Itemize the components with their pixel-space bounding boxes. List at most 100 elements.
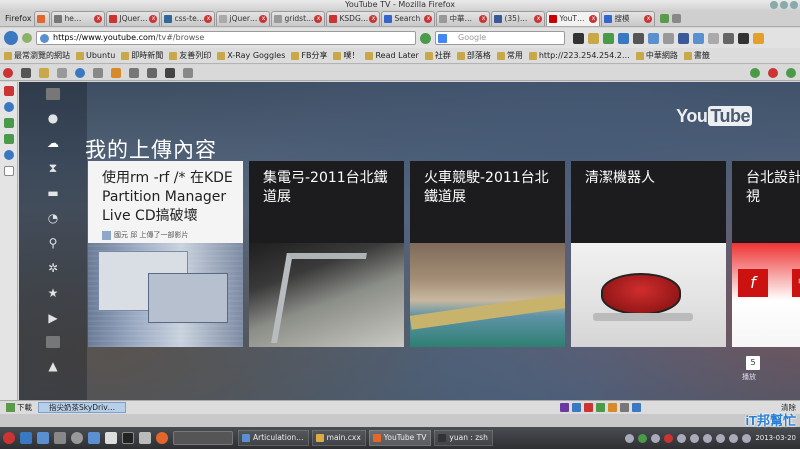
- video-card[interactable]: 台北設計視 f 中華: [732, 161, 800, 347]
- volume-icon[interactable]: [742, 433, 752, 443]
- desktop-icon[interactable]: [173, 431, 233, 445]
- video-card[interactable]: 清潔機器人: [571, 161, 726, 347]
- browser-tab[interactable]: Search x: [381, 11, 436, 26]
- bookmark-item[interactable]: http://223.254.254.2…: [528, 51, 630, 60]
- tab-close-icon[interactable]: x: [94, 15, 103, 23]
- kde-menu-icon[interactable]: [3, 432, 15, 444]
- mail-icon[interactable]: [723, 32, 734, 44]
- hourglass-icon[interactable]: ⧗: [46, 161, 60, 175]
- bookmark-item[interactable]: 常用: [496, 50, 523, 61]
- mask-icon[interactable]: [738, 32, 749, 44]
- tools-icon[interactable]: [147, 67, 157, 78]
- sidebar-toggle-icon[interactable]: [3, 86, 14, 96]
- screenshot-icon[interactable]: [633, 32, 644, 44]
- check-icon[interactable]: [638, 433, 648, 443]
- bookmark-item[interactable]: Ubuntu: [76, 51, 115, 60]
- battery-icon[interactable]: [729, 433, 739, 443]
- minimize-icon[interactable]: [770, 1, 778, 9]
- site-identity-icon[interactable]: [40, 34, 49, 43]
- ok-icon[interactable]: [786, 67, 796, 78]
- bookmark-item[interactable]: 最常瀏覽的網站: [4, 50, 70, 61]
- tab-close-icon[interactable]: x: [644, 15, 653, 23]
- browser-tab[interactable]: gridst… x: [271, 11, 326, 26]
- tab-close-icon[interactable]: x: [589, 15, 598, 23]
- browser-tab[interactable]: he… x: [51, 11, 106, 26]
- document-icon[interactable]: [105, 432, 117, 444]
- addon-icon[interactable]: [603, 32, 614, 44]
- addon-icon[interactable]: [572, 403, 581, 412]
- video-card[interactable]: 集電弓-2011台北鐵道展: [249, 161, 404, 347]
- puzzle-icon[interactable]: [3, 134, 14, 144]
- history-icon[interactable]: [3, 102, 14, 112]
- clock[interactable]: 2013-03-20: [755, 434, 796, 442]
- facebook-icon[interactable]: [678, 32, 689, 44]
- glasses-icon[interactable]: [573, 32, 584, 44]
- download-item[interactable]: 指尖奶茶SkyDriv…: [38, 402, 127, 413]
- info-icon[interactable]: [75, 67, 85, 78]
- browser-tab[interactable]: JQuer… x: [106, 11, 161, 26]
- addon-icon[interactable]: [608, 403, 617, 412]
- clock-icon[interactable]: ◔: [46, 211, 60, 225]
- bulb-icon[interactable]: ●: [46, 111, 60, 125]
- browser-tab[interactable]: YouT… x: [546, 11, 601, 26]
- browser-tab[interactable]: css-te… x: [161, 11, 216, 26]
- page-number[interactable]: 5: [746, 356, 760, 370]
- addon-icon[interactable]: [620, 403, 629, 412]
- flag-icon[interactable]: [664, 433, 674, 443]
- info-small-icon[interactable]: [3, 166, 14, 176]
- options-icon[interactable]: [183, 67, 193, 78]
- monitor-icon[interactable]: [54, 432, 66, 444]
- valid-icon[interactable]: [750, 67, 760, 78]
- tab-close-icon[interactable]: x: [314, 15, 323, 23]
- video-card[interactable]: 使用rm -rf /* 在KDE Partition Manager Live …: [88, 161, 243, 347]
- back-button[interactable]: [4, 31, 18, 45]
- forward-button[interactable]: [22, 33, 32, 43]
- user-icon[interactable]: [21, 67, 31, 78]
- language-icon[interactable]: [677, 433, 687, 443]
- bookmark-item[interactable]: FB分享: [291, 50, 327, 61]
- download-arrow-icon[interactable]: [3, 118, 14, 128]
- star-icon[interactable]: ★: [46, 286, 60, 300]
- tab-close-icon[interactable]: x: [149, 15, 158, 23]
- addon-icon[interactable]: [584, 403, 593, 412]
- video-card[interactable]: 火車競駛-2011台北鐵道展: [410, 161, 565, 347]
- translate-icon[interactable]: [648, 32, 659, 44]
- url-bar[interactable]: https://www.youtube.com/tv#/browse: [36, 31, 416, 45]
- error-icon[interactable]: [768, 67, 778, 78]
- taskbar-task[interactable]: Articulation…: [238, 430, 309, 446]
- addon-icon[interactable]: [560, 403, 569, 412]
- tab-close-icon[interactable]: x: [259, 15, 268, 23]
- firefox-icon[interactable]: [156, 432, 168, 444]
- android-icon[interactable]: ▲: [46, 359, 60, 373]
- tab-close-icon[interactable]: x: [534, 15, 543, 23]
- firefox-menu-button[interactable]: Firefox: [2, 11, 34, 26]
- reload-icon[interactable]: [420, 32, 431, 44]
- scissors-icon[interactable]: [690, 433, 700, 443]
- addon2-icon[interactable]: [708, 32, 719, 44]
- misc-icon[interactable]: [93, 67, 103, 78]
- disable-icon[interactable]: [3, 67, 13, 78]
- resize-icon[interactable]: [129, 67, 139, 78]
- globe-icon[interactable]: [3, 150, 14, 160]
- chat-tray-icon[interactable]: [651, 433, 661, 443]
- new-tab-icon[interactable]: [660, 14, 670, 23]
- browser-tab[interactable]: jQuer… x: [216, 11, 271, 26]
- tray-icon[interactable]: [625, 433, 635, 443]
- tab-list-icon[interactable]: [672, 14, 682, 23]
- window-icon[interactable]: [139, 432, 151, 444]
- browser-tab[interactable]: 中華… x: [436, 11, 491, 26]
- search-input[interactable]: Google: [435, 31, 565, 45]
- tab-close-icon[interactable]: x: [369, 15, 378, 23]
- tab-close-icon[interactable]: x: [424, 15, 433, 23]
- bookmark-item[interactable]: 友善列印: [169, 50, 211, 61]
- search-icon[interactable]: ⚲: [46, 236, 60, 250]
- activity-icon[interactable]: [20, 432, 32, 444]
- bookmark-icon[interactable]: [663, 32, 674, 44]
- network-icon[interactable]: [703, 433, 713, 443]
- terminal-icon[interactable]: [122, 432, 134, 444]
- reload-all-icon[interactable]: [618, 32, 629, 44]
- youtube-icon[interactable]: ▶: [46, 311, 60, 325]
- thumbnail-icon[interactable]: [46, 336, 60, 348]
- file-manager-icon[interactable]: [37, 432, 49, 444]
- bookmark-item[interactable]: Read Later: [365, 51, 419, 60]
